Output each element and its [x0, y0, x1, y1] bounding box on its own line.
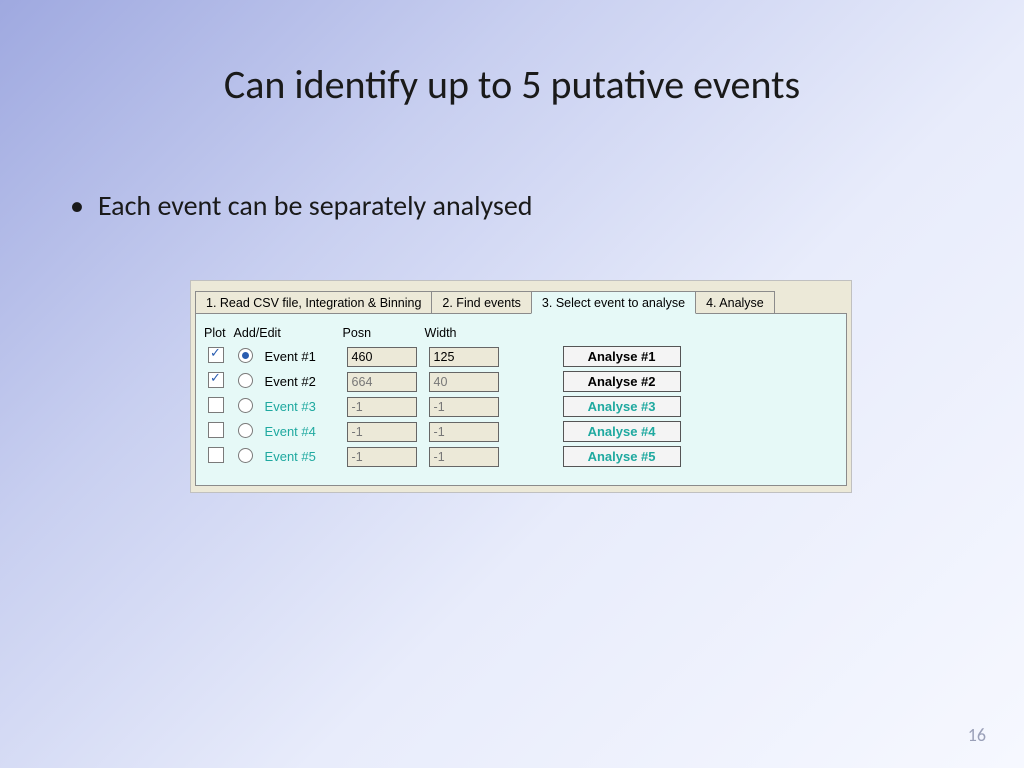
- table-row: Event #3 -1 -1 Analyse #3: [202, 396, 687, 417]
- posn-field[interactable]: -1: [347, 422, 417, 442]
- event-radio[interactable]: [238, 398, 253, 413]
- slide: Can identify up to 5 putative events Eac…: [0, 0, 1024, 768]
- plot-checkbox[interactable]: [208, 422, 224, 438]
- width-field[interactable]: -1: [429, 447, 499, 467]
- col-posn: Posn: [341, 326, 423, 342]
- table-row: Event #4 -1 -1 Analyse #4: [202, 421, 687, 442]
- tab-bar: 1. Read CSV file, Integration & Binning …: [191, 281, 851, 313]
- slide-bullet: Each event can be separately analysed: [70, 188, 533, 223]
- event-radio[interactable]: [238, 348, 253, 363]
- event-label: Event #2: [265, 374, 335, 389]
- col-plot: Plot: [202, 326, 232, 342]
- event-radio[interactable]: [238, 448, 253, 463]
- posn-field[interactable]: 664: [347, 372, 417, 392]
- width-field[interactable]: -1: [429, 422, 499, 442]
- tab-find-events[interactable]: 2. Find events: [431, 291, 532, 313]
- app-panel: 1. Read CSV file, Integration & Binning …: [190, 280, 852, 493]
- analyse-button[interactable]: Analyse #1: [563, 346, 681, 367]
- event-label: Event #3: [265, 399, 335, 414]
- events-table: Plot Add/Edit Posn Width Event #1 460 12…: [202, 322, 687, 471]
- plot-checkbox[interactable]: [208, 397, 224, 413]
- tab-select-event[interactable]: 3. Select event to analyse: [531, 291, 696, 314]
- table-row: Event #5 -1 -1 Analyse #5: [202, 446, 687, 467]
- event-label: Event #1: [265, 349, 335, 364]
- plot-checkbox[interactable]: [208, 372, 224, 388]
- analyse-button[interactable]: Analyse #5: [563, 446, 681, 467]
- analyse-button[interactable]: Analyse #4: [563, 421, 681, 442]
- tab-body: Plot Add/Edit Posn Width Event #1 460 12…: [195, 313, 847, 486]
- col-width: Width: [423, 326, 505, 342]
- width-field[interactable]: 40: [429, 372, 499, 392]
- width-field[interactable]: 125: [429, 347, 499, 367]
- event-radio[interactable]: [238, 373, 253, 388]
- event-label: Event #4: [265, 424, 335, 439]
- event-radio[interactable]: [238, 423, 253, 438]
- page-number: 16: [968, 724, 986, 746]
- slide-title: Can identify up to 5 putative events: [0, 60, 1024, 109]
- table-row: Event #2 664 40 Analyse #2: [202, 371, 687, 392]
- tab-read-csv[interactable]: 1. Read CSV file, Integration & Binning: [195, 291, 432, 313]
- posn-field[interactable]: -1: [347, 397, 417, 417]
- width-field[interactable]: -1: [429, 397, 499, 417]
- col-addedit: Add/Edit: [232, 326, 341, 342]
- table-row: Event #1 460 125 Analyse #1: [202, 346, 687, 367]
- event-label: Event #5: [265, 449, 335, 464]
- posn-field[interactable]: 460: [347, 347, 417, 367]
- analyse-button[interactable]: Analyse #3: [563, 396, 681, 417]
- tab-analyse[interactable]: 4. Analyse: [695, 291, 775, 313]
- plot-checkbox[interactable]: [208, 347, 224, 363]
- posn-field[interactable]: -1: [347, 447, 417, 467]
- plot-checkbox[interactable]: [208, 447, 224, 463]
- analyse-button[interactable]: Analyse #2: [563, 371, 681, 392]
